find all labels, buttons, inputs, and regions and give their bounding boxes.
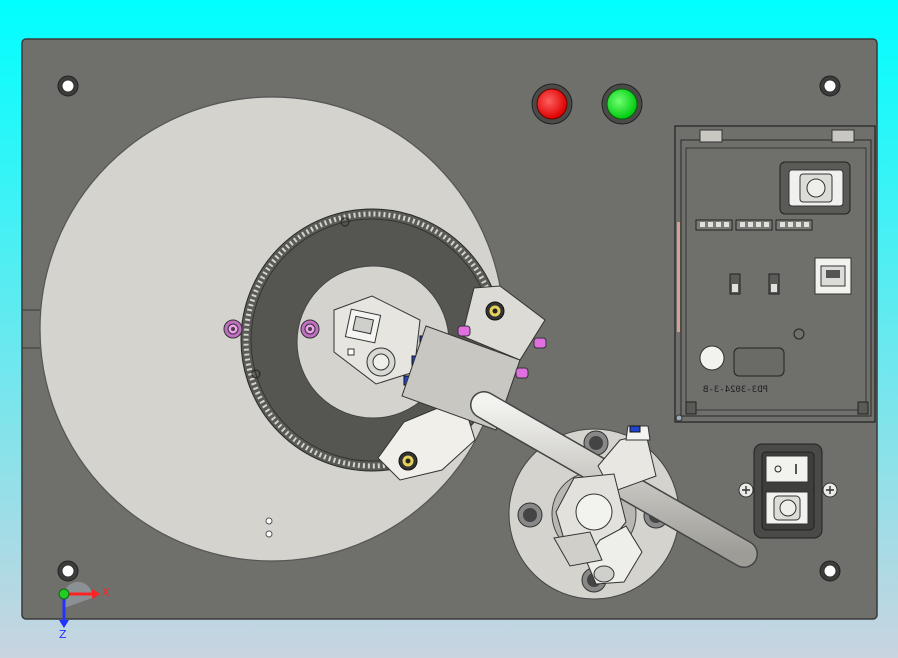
- corner-hole-top-right[interactable]: [819, 75, 841, 97]
- post-base-hole: [517, 502, 543, 528]
- display-window[interactable]: [733, 347, 785, 377]
- corner-hole-bottom-left[interactable]: [57, 560, 79, 582]
- board-post: [857, 401, 869, 415]
- dip-switch[interactable]: [729, 273, 741, 295]
- red-indicator[interactable]: [531, 83, 573, 125]
- board-post: [685, 401, 697, 415]
- board-post: [675, 414, 683, 422]
- magenta-screw[interactable]: [533, 337, 547, 349]
- magenta-screw[interactable]: [515, 367, 529, 379]
- magenta-screw[interactable]: [223, 319, 243, 339]
- round-button[interactable]: [699, 345, 725, 371]
- y-axis-dot: [58, 588, 70, 600]
- board-slot: [699, 129, 723, 143]
- pin-header: [735, 219, 773, 231]
- z-axis-label: Z: [59, 628, 67, 641]
- cad-viewport[interactable]: PD3-3024-3-B X Z: [0, 0, 898, 658]
- board-slot: [831, 129, 855, 143]
- reset-button[interactable]: [779, 161, 851, 215]
- control-board[interactable]: PD3-3024-3-B: [674, 125, 876, 423]
- magenta-screw[interactable]: [457, 325, 471, 337]
- magenta-screw[interactable]: [300, 319, 320, 339]
- dip-switch[interactable]: [768, 273, 780, 295]
- board-engraved-label: PD3-3024-3-B: [703, 385, 768, 395]
- power-switch[interactable]: [765, 455, 809, 483]
- power-inlet[interactable]: [738, 443, 838, 539]
- ethernet-port[interactable]: [814, 257, 852, 295]
- corner-hole-top-left[interactable]: [57, 75, 79, 97]
- power-socket[interactable]: [765, 491, 809, 525]
- pin-header: [775, 219, 813, 231]
- corner-hole-bottom-right[interactable]: [819, 560, 841, 582]
- pin-header: [695, 219, 733, 231]
- x-axis-label: X: [102, 586, 110, 599]
- board-edge-strip: [677, 222, 680, 332]
- green-indicator[interactable]: [601, 83, 643, 125]
